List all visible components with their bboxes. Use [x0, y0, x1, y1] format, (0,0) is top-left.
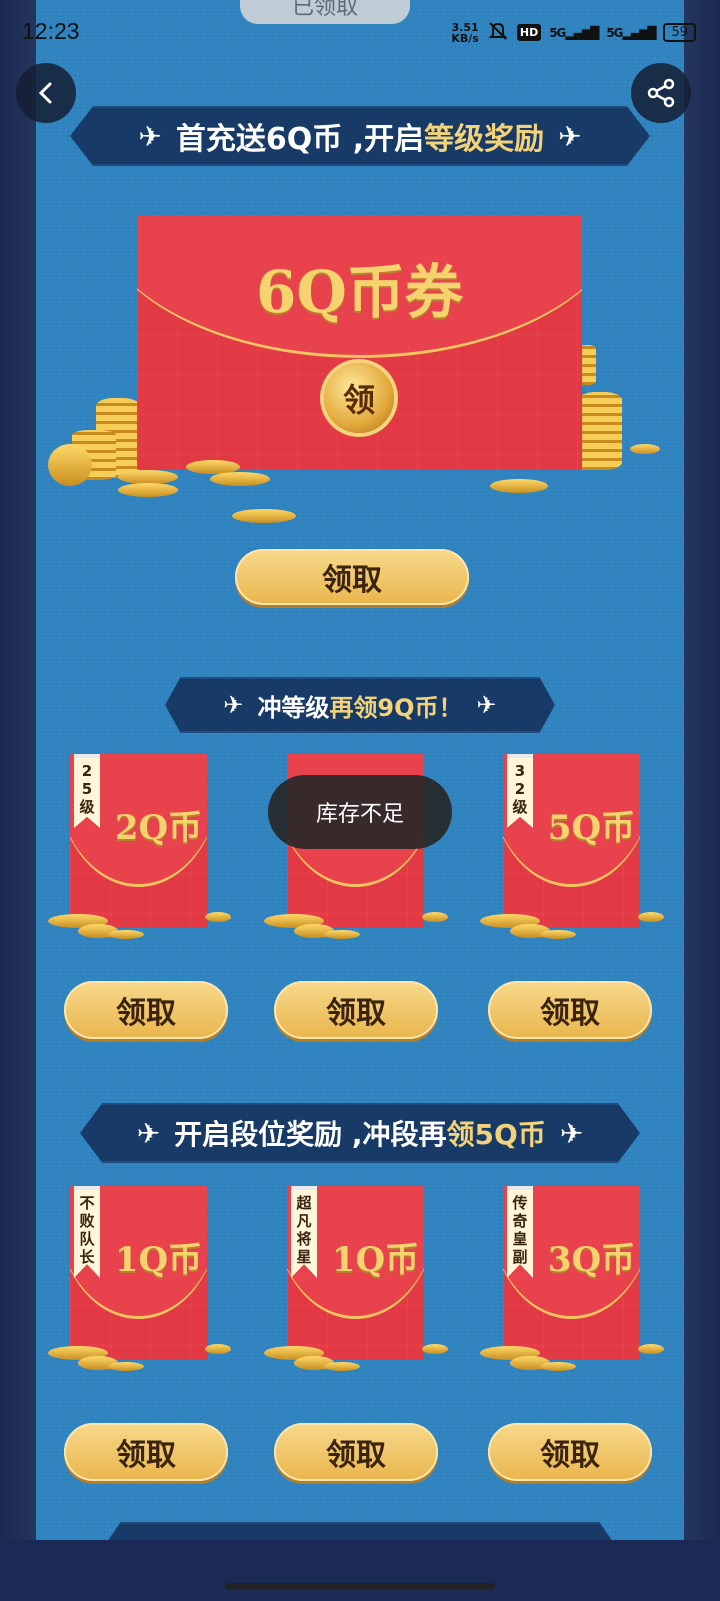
coin: [108, 930, 144, 939]
battery-indicator: 59: [663, 23, 696, 42]
bottom-mask: [0, 1540, 720, 1601]
small-red-envelope: 超凡将星 1Q币: [287, 1186, 424, 1360]
net-speed: 3.51 KB/s: [451, 22, 478, 44]
envelope-amount: 1Q币: [114, 1240, 203, 1280]
claim-button-rank-1[interactable]: 领取: [64, 1423, 228, 1481]
status-bar: 12:23 3.51 KB/s HD 5G▂▄▆█ 5G▂▄▆█ 59: [0, 0, 720, 64]
right-frame: [684, 0, 720, 1601]
share-icon: [647, 78, 675, 108]
claim-button-level-32[interactable]: 领取: [488, 981, 652, 1039]
rank-tag: 超凡将星: [291, 1186, 317, 1278]
section1-title-ribbon: ✈ 首充送6Q币 ,开启等级奖励 ✈: [70, 106, 650, 166]
hd-badge: HD: [516, 24, 542, 41]
coin: [118, 483, 178, 497]
mute-icon: [487, 20, 509, 45]
status-time: 12:23: [22, 18, 80, 44]
net-speed-value: 3.51: [451, 20, 479, 34]
envelope-amount: 6Q币券: [256, 258, 463, 326]
coin: [540, 1362, 576, 1371]
coin: [108, 1362, 144, 1371]
coin: [638, 1344, 664, 1354]
small-red-envelope: 25级 2Q币: [70, 754, 207, 928]
left-frame: [0, 0, 36, 1601]
envelope-seal: 领: [324, 363, 394, 433]
toast-message: 库存不足: [268, 775, 452, 849]
coin: [324, 1362, 360, 1371]
section2-title-ribbon: ✈ 冲等级再领9Q币！ ✈: [165, 677, 555, 733]
big-red-envelope: 6Q币券 领: [137, 215, 582, 470]
claim-button-6q[interactable]: 领取: [235, 549, 469, 605]
claim-button-rank-3[interactable]: 领取: [488, 1423, 652, 1481]
coin: [630, 444, 660, 454]
envelope-amount: 1Q币: [331, 1240, 420, 1280]
coin: [422, 912, 448, 922]
home-indicator[interactable]: [225, 1583, 495, 1589]
coin: [48, 444, 92, 486]
small-red-envelope: 不败队长 1Q币: [70, 1186, 207, 1360]
status-icons: 3.51 KB/s HD 5G▂▄▆█ 5G▂▄▆█ 59: [451, 20, 696, 45]
plane-icon: ✈: [558, 119, 582, 153]
coin: [422, 1344, 448, 1354]
plane-icon: ✈: [136, 1116, 161, 1150]
claim-button-level-25[interactable]: 领取: [64, 981, 228, 1039]
section3-title-ribbon: ✈ 开启段位奖励 ,冲段再领5Q币 ✈: [80, 1103, 640, 1163]
small-red-envelope: 32级 5Q币: [503, 754, 640, 928]
plane-icon: ✈: [476, 691, 497, 719]
coin: [540, 930, 576, 939]
envelope-amount: 5Q币: [547, 808, 636, 848]
coin: [638, 912, 664, 922]
plane-icon: ✈: [223, 691, 244, 719]
claim-button-rank-2[interactable]: 领取: [274, 1423, 438, 1481]
plane-icon: ✈: [559, 1116, 584, 1150]
claim-button-level-2[interactable]: 领取: [274, 981, 438, 1039]
coin: [232, 509, 296, 523]
coin: [205, 1344, 231, 1354]
section2-title: 冲等级再领9Q币！: [257, 693, 463, 722]
net-speed-unit: KB/s: [451, 31, 479, 45]
envelope-amount: 2Q币: [114, 808, 203, 848]
coin: [324, 930, 360, 939]
coin: [210, 472, 270, 486]
envelope-amount: 3Q币: [547, 1240, 636, 1280]
back-button[interactable]: [16, 63, 76, 123]
rank-tag: 传奇皇副: [507, 1186, 533, 1278]
coin: [118, 470, 178, 484]
signal-5g-1: 5G▂▄▆█: [549, 25, 599, 40]
signal-5g-2: 5G▂▄▆█: [606, 25, 656, 40]
section3-title: 开启段位奖励 ,冲段再领5Q币: [174, 1118, 546, 1151]
coin: [490, 479, 548, 493]
small-red-envelope: 传奇皇副 3Q币: [503, 1186, 640, 1360]
section1-title: 首充送6Q币 ,开启等级奖励: [175, 122, 545, 157]
coin: [205, 912, 231, 922]
chevron-left-icon: [38, 82, 52, 104]
share-button[interactable]: [631, 63, 691, 123]
rank-tag: 不败队长: [74, 1186, 100, 1278]
plane-icon: ✈: [138, 119, 162, 153]
